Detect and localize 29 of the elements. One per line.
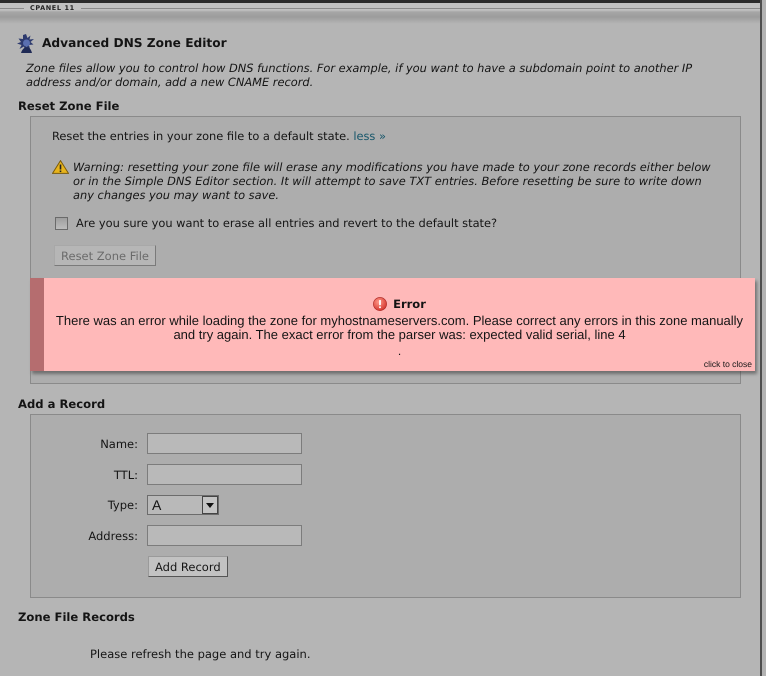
text-input[interactable]: [147, 464, 302, 485]
less-link[interactable]: less »: [353, 129, 386, 143]
caret-icon: [202, 496, 218, 514]
error-icon: [373, 297, 388, 311]
error-detail: .: [398, 344, 402, 358]
error-message: There was an error while loading the zone for myhostnameservers.com. Please correct any errors in this zone manually and try again. The exact error from the parser was: expected valid serial, line 4: [54, 314, 744, 342]
error-popup[interactable]: [30, 278, 755, 371]
page-title: Advanced DNS Zone Editor: [42, 36, 227, 50]
section-heading: Add a Record: [18, 397, 106, 412]
field-label: Name:: [100, 436, 138, 450]
add-record-button[interactable]: Add Record: [148, 556, 228, 577]
confirm-checkbox[interactable]: [55, 216, 68, 230]
text-input[interactable]: [147, 525, 302, 546]
close-hint[interactable]: click to close: [704, 359, 752, 369]
text-input[interactable]: [147, 433, 302, 454]
type-select[interactable]: A: [147, 495, 219, 515]
description-text: Zone files allow you to control how DNS functions. For example, if you want to have a subdomain point to another IP address and/or domain, add a new CNAME record.: [26, 61, 694, 89]
warning-text: Warning: resetting your zone file will erase any modifications you have made to your zone records either below or in the Simple DNS Editor section. It will attempt to save TXT entries. Before resetting be sure to write down any changes you may want to save.: [73, 160, 712, 202]
error-title: Error: [393, 297, 426, 311]
confirm-label: Are you sure you want to erase all entries and revert to the default state?: [76, 216, 498, 230]
warning-icon: [52, 160, 69, 174]
intro-text: Reset the entries in your zone file to a default state. less »: [52, 129, 386, 143]
section-heading: Reset Zone File: [18, 99, 120, 114]
field-label: Address:: [88, 528, 138, 542]
figure-icon: [17, 34, 36, 52]
refresh-message: Please refresh the page and try again.: [90, 647, 310, 661]
section-heading: Zone File Records: [18, 610, 135, 625]
field-label: Type:: [108, 498, 138, 512]
field-label: TTL:: [114, 468, 138, 482]
